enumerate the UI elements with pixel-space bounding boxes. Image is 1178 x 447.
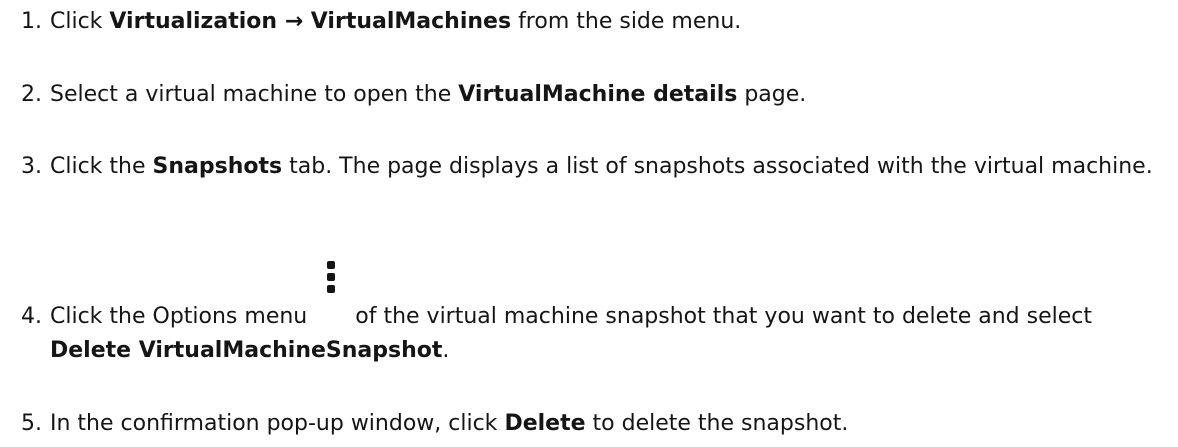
step-3-lead: Click the bbox=[50, 154, 146, 179]
step-4-middle: of the virtual machine snapshot that you… bbox=[355, 304, 1093, 329]
delete-button-label: Delete bbox=[504, 411, 586, 436]
page-name: VirtualMachine details bbox=[458, 82, 738, 107]
step-2: 2. Select a virtual machine to open the … bbox=[6, 78, 1171, 112]
step-4: 4. Click the Options menu of the virtual … bbox=[6, 261, 1171, 368]
step-1-lead: Click bbox=[50, 9, 103, 34]
step-3: 3. Click the Snapshots tab. The page dis… bbox=[6, 150, 1171, 184]
kebab-menu-icon-graphic bbox=[327, 261, 336, 293]
step-number: 1. bbox=[21, 9, 42, 34]
step-5-lead: In the confirmation pop-up window, click bbox=[50, 411, 498, 436]
step-number: 5. bbox=[21, 411, 42, 436]
step-text: Select a virtual machine to open the Vir… bbox=[50, 78, 1171, 112]
step-text: Click the Options menu of the virtual mac… bbox=[50, 261, 1171, 368]
step-number: 4. bbox=[21, 304, 42, 329]
step-number: 2. bbox=[21, 82, 42, 107]
step-2-lead: Select a virtual machine to open the bbox=[50, 82, 452, 107]
menu-path: Virtualization → VirtualMachines bbox=[109, 9, 512, 34]
step-3-tail: tab. The page displays a list of snapsho… bbox=[289, 154, 1153, 179]
step-text: Click Virtualization → VirtualMachines f… bbox=[50, 5, 1171, 39]
step-text: In the confirmation pop-up window, click… bbox=[50, 407, 1171, 441]
step-1: 1. Click Virtualization → VirtualMachine… bbox=[6, 5, 1171, 39]
delete-snapshot-action: Delete VirtualMachineSnapshot bbox=[50, 338, 443, 363]
step-text: Click the Snapshots tab. The page displa… bbox=[50, 150, 1171, 184]
step-5-tail: to delete the snapshot. bbox=[592, 411, 849, 436]
step-number: 3. bbox=[21, 154, 42, 179]
step-2-tail: page. bbox=[744, 82, 807, 107]
step-4-lead: Click the Options menu bbox=[50, 304, 308, 329]
step-4-tail: . bbox=[442, 338, 450, 363]
step-1-tail: from the side menu. bbox=[518, 9, 742, 34]
tab-name: Snapshots bbox=[152, 154, 283, 179]
kebab-menu-icon bbox=[307, 261, 355, 323]
step-5: 5. In the confirmation pop-up window, cl… bbox=[6, 407, 1171, 441]
